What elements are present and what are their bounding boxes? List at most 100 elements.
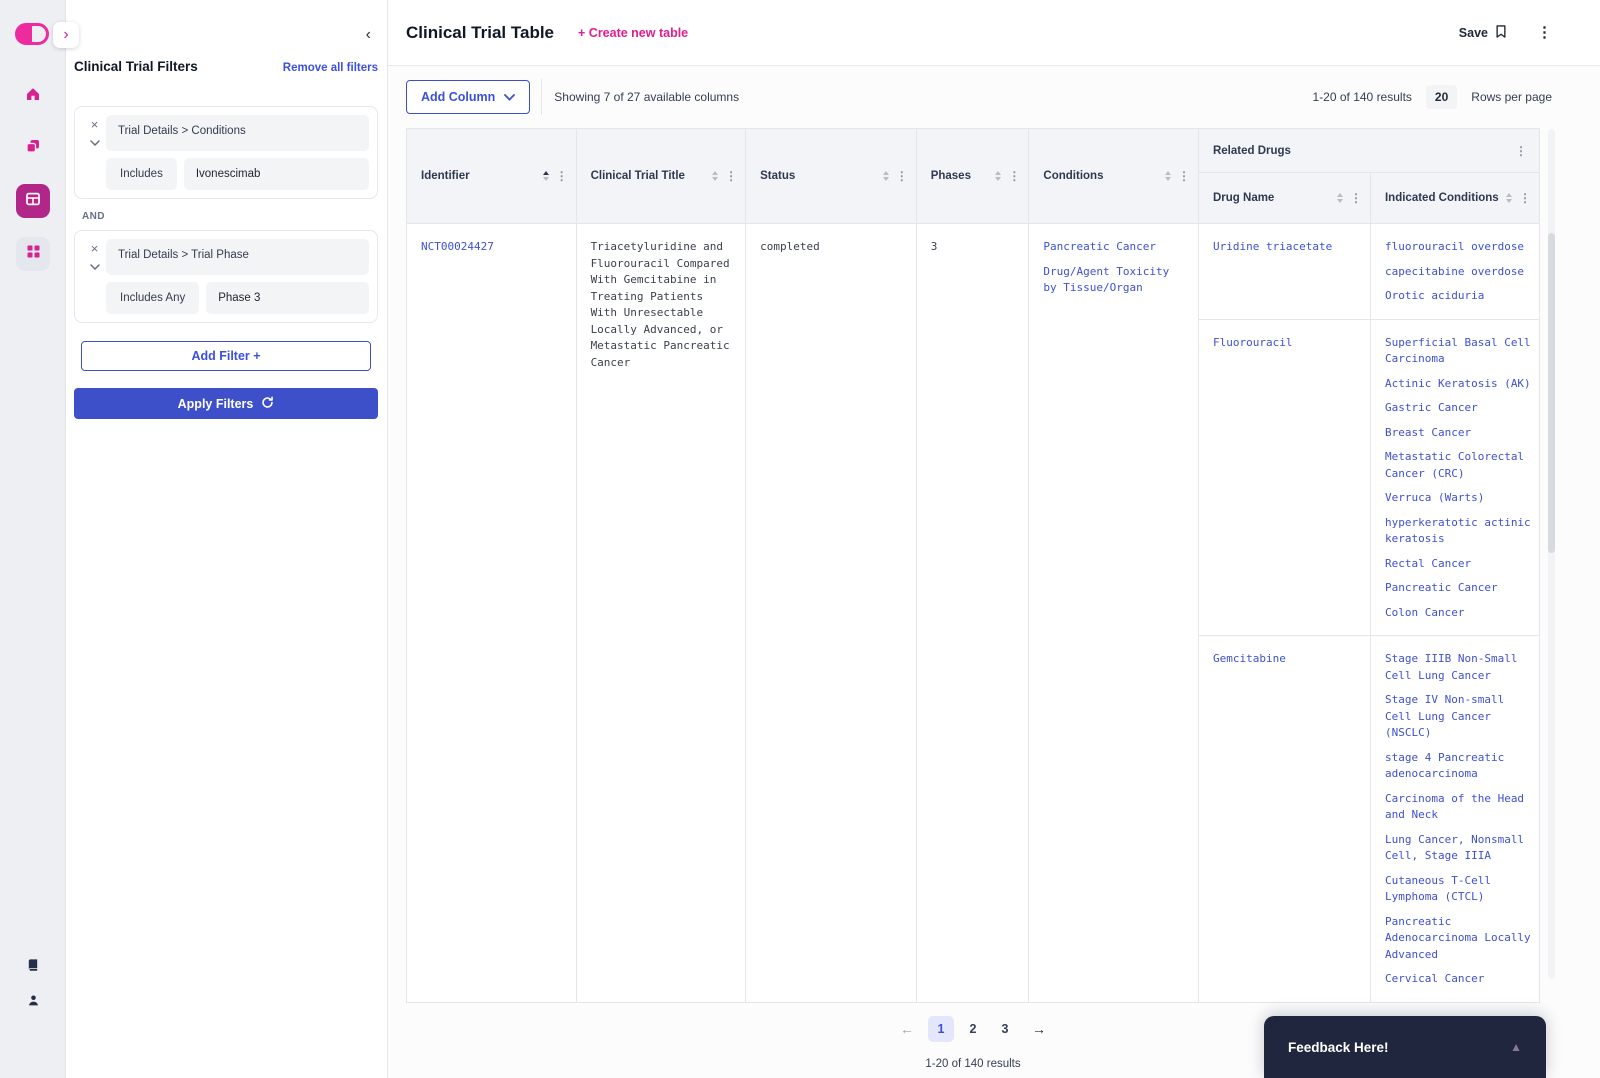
indication-link[interactable]: Gastric Cancer bbox=[1385, 400, 1533, 417]
column-label: Phases bbox=[931, 170, 996, 182]
column-header-phases[interactable]: Phases ⋮ bbox=[917, 129, 1030, 223]
drug-indications: Stage IIIB Non-Small Cell Lung Cancer Sta… bbox=[1371, 636, 1539, 1002]
page-button-1[interactable]: 1 bbox=[928, 1016, 954, 1042]
sidebar-item-tables[interactable] bbox=[16, 184, 50, 218]
filter-value-input[interactable]: Ivonescimab bbox=[184, 158, 369, 190]
cell-conditions: Pancreatic Cancer Drug/Agent Toxicity by … bbox=[1029, 224, 1199, 1002]
filter-value-input[interactable]: Phase 3 bbox=[206, 282, 369, 314]
indication-link[interactable]: Actinic Keratosis (AK) bbox=[1385, 376, 1533, 393]
column-kebab-icon[interactable]: ⋮ bbox=[725, 170, 737, 182]
sort-icon[interactable] bbox=[1165, 171, 1171, 182]
indication-link[interactable]: Cervical Cancer bbox=[1385, 971, 1533, 988]
save-label: Save bbox=[1459, 26, 1488, 40]
sidebar-item-home[interactable] bbox=[16, 79, 50, 113]
apply-filters-button[interactable]: Apply Filters bbox=[74, 388, 378, 419]
column-kebab-icon[interactable]: ⋮ bbox=[1008, 170, 1020, 182]
drug-indications: fluorouracil overdose capecitabine overdo… bbox=[1371, 224, 1539, 319]
indication-link[interactable]: Verruca (Warts) bbox=[1385, 490, 1533, 507]
cell-phases: 3 bbox=[917, 224, 1030, 1002]
column-kebab-icon[interactable]: ⋮ bbox=[556, 170, 568, 182]
next-page-arrow-icon[interactable]: → bbox=[1024, 1016, 1054, 1042]
sort-icon[interactable] bbox=[543, 171, 549, 182]
table-icon bbox=[25, 191, 41, 212]
column-header-drug-name[interactable]: Drug Name ⋮ bbox=[1199, 173, 1371, 223]
panel-collapse-button[interactable]: ‹ bbox=[366, 26, 371, 44]
indication-link[interactable]: fluorouracil overdose bbox=[1385, 239, 1533, 256]
sort-icon[interactable] bbox=[995, 171, 1001, 182]
indication-link[interactable]: capecitabine overdose bbox=[1385, 264, 1533, 281]
column-header-indicated-conditions[interactable]: Indicated Conditions ⋮ bbox=[1371, 173, 1539, 223]
sort-icon[interactable] bbox=[1337, 193, 1343, 204]
indication-link[interactable]: Superficial Basal Cell Carcinoma bbox=[1385, 335, 1533, 368]
condition-link[interactable]: Drug/Agent Toxicity by Tissue/Organ bbox=[1043, 264, 1188, 297]
cell-identifier[interactable]: NCT00024427 bbox=[407, 224, 577, 1002]
column-kebab-icon[interactable]: ⋮ bbox=[1178, 170, 1190, 182]
indication-link[interactable]: Carcinoma of the Head and Neck bbox=[1385, 791, 1533, 824]
pill-logo-icon[interactable] bbox=[15, 23, 49, 50]
column-header-status[interactable]: Status ⋮ bbox=[746, 129, 917, 223]
cell-trial-title: Triacetyluridine and Fluorouracil Compar… bbox=[577, 224, 747, 1002]
sidebar-item-apps[interactable] bbox=[16, 237, 50, 271]
column-label: Conditions bbox=[1043, 170, 1165, 182]
drug-name-link[interactable]: Gemcitabine bbox=[1199, 636, 1371, 1002]
add-column-button[interactable]: Add Column bbox=[406, 80, 530, 114]
drug-name-link[interactable]: Fluorouracil bbox=[1199, 320, 1371, 636]
create-new-table-link[interactable]: + Create new table bbox=[578, 26, 688, 40]
remove-filter-icon[interactable]: × bbox=[91, 120, 99, 130]
indication-link[interactable]: Orotic aciduria bbox=[1385, 288, 1533, 305]
filter-operator-selector[interactable]: Includes Any bbox=[106, 282, 199, 314]
drug-name-link[interactable]: Uridine triacetate bbox=[1199, 224, 1371, 319]
indication-link[interactable]: Breast Cancer bbox=[1385, 425, 1533, 442]
column-kebab-icon[interactable]: ⋮ bbox=[1519, 192, 1531, 204]
indication-link[interactable]: Pancreatic Adenocarcinoma Locally Advanc… bbox=[1385, 914, 1533, 964]
indication-link[interactable]: Cutaneous T-Cell Lymphoma (CTCL) bbox=[1385, 873, 1533, 906]
sidebar-expand-button[interactable]: › bbox=[53, 22, 79, 48]
chevron-left-icon: ‹ bbox=[366, 26, 371, 43]
previous-page-arrow-icon[interactable]: ← bbox=[892, 1016, 922, 1042]
indication-link[interactable]: Pancreatic Cancer bbox=[1385, 580, 1533, 597]
column-header-trial-title[interactable]: Clinical Trial Title ⋮ bbox=[577, 129, 747, 223]
sidebar-item-account[interactable] bbox=[0, 994, 66, 1012]
indication-link[interactable]: hyperkeratotic actinic keratosis bbox=[1385, 515, 1533, 548]
column-kebab-icon[interactable]: ⋮ bbox=[896, 170, 908, 182]
main-content: Clinical Trial Table + Create new table … bbox=[388, 0, 1600, 1078]
column-header-identifier[interactable]: Identifier ⋮ bbox=[407, 129, 577, 223]
user-icon bbox=[27, 994, 40, 1012]
remove-filter-icon[interactable]: × bbox=[91, 244, 99, 254]
chevron-right-icon: › bbox=[63, 26, 68, 44]
save-button[interactable]: Save bbox=[1459, 24, 1507, 42]
sidebar-item-documents[interactable] bbox=[16, 131, 50, 165]
page-button-2[interactable]: 2 bbox=[960, 1016, 986, 1042]
indication-link[interactable]: Metastatic Colorectal Cancer (CRC) bbox=[1385, 449, 1533, 482]
rows-per-page-label: Rows per page bbox=[1471, 90, 1552, 104]
refresh-icon bbox=[261, 396, 274, 412]
sort-icon[interactable] bbox=[712, 171, 718, 182]
chevron-down-icon[interactable] bbox=[90, 133, 100, 151]
indication-link[interactable]: Colon Cancer bbox=[1385, 605, 1533, 622]
vertical-scrollbar-thumb[interactable] bbox=[1548, 233, 1555, 553]
column-kebab-icon[interactable]: ⋮ bbox=[1515, 145, 1527, 157]
page-button-3[interactable]: 3 bbox=[992, 1016, 1018, 1042]
sort-icon[interactable] bbox=[1506, 193, 1512, 204]
chevron-down-icon[interactable] bbox=[90, 257, 100, 275]
sort-icon[interactable] bbox=[883, 171, 889, 182]
add-filter-button[interactable]: Add Filter + bbox=[81, 341, 371, 371]
indication-link[interactable]: Stage IIIB Non-Small Cell Lung Cancer bbox=[1385, 651, 1533, 684]
filter-card-trial-phase: × Trial Details > Trial Phase Includes A… bbox=[74, 230, 378, 323]
table-menu-kebab-icon[interactable]: ⋮ bbox=[1537, 25, 1552, 40]
indication-link[interactable]: Rectal Cancer bbox=[1385, 556, 1533, 573]
indication-link[interactable]: Stage IV Non-small Cell Lung Cancer (NSC… bbox=[1385, 692, 1533, 742]
filter-field-selector[interactable]: Trial Details > Trial Phase bbox=[106, 239, 369, 275]
filter-field-selector[interactable]: Trial Details > Conditions bbox=[106, 115, 369, 151]
condition-link[interactable]: Pancreatic Cancer bbox=[1043, 239, 1188, 256]
column-kebab-icon[interactable]: ⋮ bbox=[1350, 192, 1362, 204]
rows-per-page-select[interactable]: 20 bbox=[1426, 85, 1457, 109]
indication-link[interactable]: stage 4 Pancreatic adenocarcinoma bbox=[1385, 750, 1533, 783]
indication-link[interactable]: Lung Cancer, Nonsmall Cell, Stage IIIA bbox=[1385, 832, 1533, 865]
feedback-button[interactable]: Feedback Here! ▲ bbox=[1264, 1016, 1546, 1078]
table-toolbar: Add Column Showing 7 of 27 available col… bbox=[388, 66, 1600, 128]
filter-operator-selector[interactable]: Includes bbox=[106, 158, 177, 190]
sidebar-item-docs-help[interactable] bbox=[0, 958, 66, 977]
column-header-conditions[interactable]: Conditions ⋮ bbox=[1029, 129, 1199, 223]
remove-all-filters-link[interactable]: Remove all filters bbox=[283, 62, 378, 74]
